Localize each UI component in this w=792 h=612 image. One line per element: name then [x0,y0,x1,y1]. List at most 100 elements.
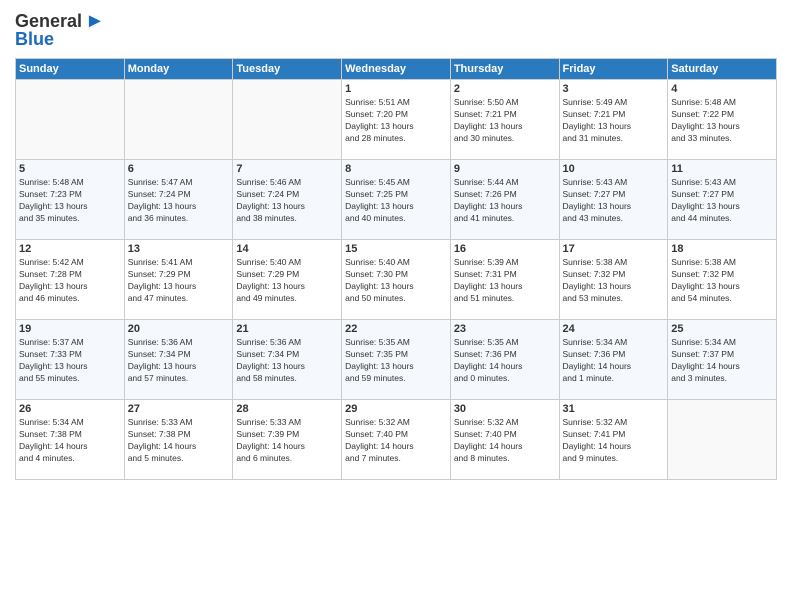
calendar-cell: 30 Sunrise: 5:32 AM Sunset: 7:40 PM Dayli… [450,400,559,480]
header: General ► Blue [15,10,777,50]
day-info: Sunrise: 5:37 AM Sunset: 7:33 PM Dayligh… [19,337,121,385]
calendar-cell: 28Sunrise: 5:33 AM Sunset: 7:39 PM Dayli… [233,400,342,480]
calendar-cell: 31Sunrise: 5:32 AM Sunset: 7:41 PM Dayli… [559,400,668,480]
day-number: 22 [345,323,447,335]
day-number: 30 [454,403,556,415]
calendar-cell: 13 Sunrise: 5:41 AM Sunset: 7:29 PM Dayli… [124,240,233,320]
calendar-cell: 23 Sunrise: 5:35 AM Sunset: 7:36 PM Dayli… [450,320,559,400]
day-number: 8 [345,163,447,175]
day-info: Sunrise: 5:40 AM Sunset: 7:29 PM Dayligh… [236,257,338,305]
day-number: 31 [563,403,665,415]
calendar-cell [16,80,125,160]
calendar-cell: 19 Sunrise: 5:37 AM Sunset: 7:33 PM Dayli… [16,320,125,400]
day-number: 18 [671,243,773,255]
day-info: Sunrise: 5:45 AM Sunset: 7:25 PM Dayligh… [345,177,447,225]
week-row-3: 12 Sunrise: 5:42 AM Sunset: 7:28 PM Dayli… [16,240,777,320]
weekday-header-sunday: Sunday [16,59,125,80]
week-row-2: 5 Sunrise: 5:48 AM Sunset: 7:23 PM Daylig… [16,160,777,240]
day-info: Sunrise: 5:42 AM Sunset: 7:28 PM Dayligh… [19,257,121,305]
day-info: Sunrise: 5:43 AM Sunset: 7:27 PM Dayligh… [671,177,773,225]
day-info: Sunrise: 5:48 AM Sunset: 7:23 PM Dayligh… [19,177,121,225]
calendar-cell [233,80,342,160]
day-info: Sunrise: 5:41 AM Sunset: 7:29 PM Dayligh… [128,257,230,305]
day-info: Sunrise: 5:51 AM Sunset: 7:20 PM Dayligh… [345,97,447,145]
weekday-header-row: SundayMondayTuesdayWednesdayThursdayFrid… [16,59,777,80]
day-number: 10 [563,163,665,175]
week-row-1: 1 Sunrise: 5:51 AM Sunset: 7:20 PM Daylig… [16,80,777,160]
day-info: Sunrise: 5:50 AM Sunset: 7:21 PM Dayligh… [454,97,556,145]
calendar-cell: 6Sunrise: 5:47 AM Sunset: 7:24 PM Daylig… [124,160,233,240]
weekday-header-tuesday: Tuesday [233,59,342,80]
weekday-header-saturday: Saturday [668,59,777,80]
day-number: 21 [236,323,338,335]
day-number: 12 [19,243,121,255]
day-number: 29 [345,403,447,415]
logo-bird-icon: ► [85,10,105,33]
day-info: Sunrise: 5:36 AM Sunset: 7:34 PM Dayligh… [128,337,230,385]
calendar-cell: 22 Sunrise: 5:35 AM Sunset: 7:35 PM Dayli… [342,320,451,400]
calendar-cell: 18 Sunrise: 5:38 AM Sunset: 7:32 PM Dayli… [668,240,777,320]
calendar-cell: 12 Sunrise: 5:42 AM Sunset: 7:28 PM Dayli… [16,240,125,320]
calendar-cell: 24Sunrise: 5:34 AM Sunset: 7:36 PM Dayli… [559,320,668,400]
calendar-cell: 2 Sunrise: 5:50 AM Sunset: 7:21 PM Daylig… [450,80,559,160]
calendar-cell: 11 Sunrise: 5:43 AM Sunset: 7:27 PM Dayli… [668,160,777,240]
day-number: 15 [345,243,447,255]
calendar-cell: 29Sunrise: 5:32 AM Sunset: 7:40 PM Dayli… [342,400,451,480]
day-number: 19 [19,323,121,335]
day-info: Sunrise: 5:34 AM Sunset: 7:37 PM Dayligh… [671,337,773,385]
day-info: Sunrise: 5:34 AM Sunset: 7:38 PM Dayligh… [19,417,121,465]
day-number: 6 [128,163,230,175]
day-number: 26 [19,403,121,415]
logo-blue-text: Blue [15,29,54,50]
day-number: 2 [454,83,556,95]
day-info: Sunrise: 5:39 AM Sunset: 7:31 PM Dayligh… [454,257,556,305]
day-number: 25 [671,323,773,335]
day-info: Sunrise: 5:35 AM Sunset: 7:36 PM Dayligh… [454,337,556,385]
day-info: Sunrise: 5:48 AM Sunset: 7:22 PM Dayligh… [671,97,773,145]
day-info: Sunrise: 5:44 AM Sunset: 7:26 PM Dayligh… [454,177,556,225]
weekday-header-thursday: Thursday [450,59,559,80]
day-number: 11 [671,163,773,175]
day-number: 3 [563,83,665,95]
calendar-cell: 7Sunrise: 5:46 AM Sunset: 7:24 PM Daylig… [233,160,342,240]
day-info: Sunrise: 5:34 AM Sunset: 7:36 PM Dayligh… [563,337,665,385]
day-number: 16 [454,243,556,255]
day-info: Sunrise: 5:49 AM Sunset: 7:21 PM Dayligh… [563,97,665,145]
page: General ► Blue SundayMondayTuesdayWednes… [0,0,792,612]
calendar-cell: 5 Sunrise: 5:48 AM Sunset: 7:23 PM Daylig… [16,160,125,240]
calendar-cell: 9Sunrise: 5:44 AM Sunset: 7:26 PM Daylig… [450,160,559,240]
calendar-cell: 21 Sunrise: 5:36 AM Sunset: 7:34 PM Dayli… [233,320,342,400]
weekday-header-friday: Friday [559,59,668,80]
calendar-cell: 17 Sunrise: 5:38 AM Sunset: 7:32 PM Dayli… [559,240,668,320]
calendar-table: SundayMondayTuesdayWednesdayThursdayFrid… [15,58,777,480]
day-info: Sunrise: 5:35 AM Sunset: 7:35 PM Dayligh… [345,337,447,385]
weekday-header-monday: Monday [124,59,233,80]
week-row-4: 19 Sunrise: 5:37 AM Sunset: 7:33 PM Dayli… [16,320,777,400]
calendar-cell: 15Sunrise: 5:40 AM Sunset: 7:30 PM Dayli… [342,240,451,320]
calendar-cell: 20Sunrise: 5:36 AM Sunset: 7:34 PM Dayli… [124,320,233,400]
logo: General ► Blue [15,10,105,50]
calendar-cell: 4 Sunrise: 5:48 AM Sunset: 7:22 PM Daylig… [668,80,777,160]
calendar-cell: 8 Sunrise: 5:45 AM Sunset: 7:25 PM Daylig… [342,160,451,240]
week-row-5: 26 Sunrise: 5:34 AM Sunset: 7:38 PM Dayli… [16,400,777,480]
day-info: Sunrise: 5:36 AM Sunset: 7:34 PM Dayligh… [236,337,338,385]
calendar-cell: 10 Sunrise: 5:43 AM Sunset: 7:27 PM Dayli… [559,160,668,240]
day-info: Sunrise: 5:32 AM Sunset: 7:40 PM Dayligh… [454,417,556,465]
day-info: Sunrise: 5:38 AM Sunset: 7:32 PM Dayligh… [563,257,665,305]
calendar-cell: 27 Sunrise: 5:33 AM Sunset: 7:38 PM Dayli… [124,400,233,480]
day-number: 14 [236,243,338,255]
day-number: 4 [671,83,773,95]
calendar-cell: 3 Sunrise: 5:49 AM Sunset: 7:21 PM Daylig… [559,80,668,160]
day-number: 7 [236,163,338,175]
day-info: Sunrise: 5:33 AM Sunset: 7:38 PM Dayligh… [128,417,230,465]
day-number: 28 [236,403,338,415]
day-number: 13 [128,243,230,255]
day-number: 27 [128,403,230,415]
day-number: 1 [345,83,447,95]
day-number: 23 [454,323,556,335]
day-info: Sunrise: 5:38 AM Sunset: 7:32 PM Dayligh… [671,257,773,305]
weekday-header-wednesday: Wednesday [342,59,451,80]
day-number: 5 [19,163,121,175]
day-number: 17 [563,243,665,255]
day-info: Sunrise: 5:43 AM Sunset: 7:27 PM Dayligh… [563,177,665,225]
